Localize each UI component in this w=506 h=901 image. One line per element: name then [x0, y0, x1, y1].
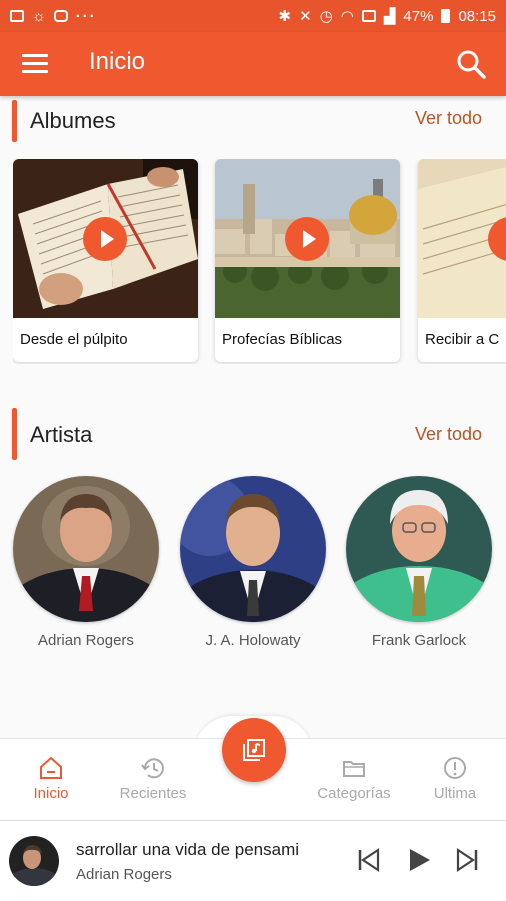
folder-icon [341, 755, 367, 781]
play-icon [101, 230, 114, 248]
artist-name: Adrian Rogers [13, 632, 159, 649]
album-name: Profecías Bíblicas [222, 331, 342, 348]
nav-item-ultima[interactable]: Ultima [410, 755, 500, 802]
nav-item-categorias[interactable]: Categorías [308, 755, 400, 802]
album-card[interactable]: Recibir a C [418, 159, 506, 362]
play-button[interactable] [285, 217, 329, 261]
bluetooth-icon: ✱ [279, 7, 292, 25]
nav-label: Categorías [317, 785, 390, 802]
artist-item[interactable]: Frank Garlock [346, 476, 492, 649]
album-name: Desde el púlpito [20, 331, 128, 348]
artists-section-header: Artista Ver todo [0, 408, 506, 448]
home-icon [38, 755, 64, 781]
signal-icon: ▟ [384, 7, 396, 25]
nav-label: Ultima [434, 785, 477, 802]
weather-icon: ☼ [32, 8, 46, 25]
artist-photo [13, 476, 159, 622]
section-accent-bar [12, 408, 17, 460]
player-artist-avatar [9, 836, 59, 886]
nav-label: Recientes [120, 785, 187, 802]
albums-section-header: Albumes Ver todo [0, 100, 506, 140]
albums-title: Albumes [30, 108, 116, 134]
album-name: Recibir a C [425, 331, 499, 348]
previous-icon[interactable] [356, 847, 382, 873]
music-library-button[interactable] [222, 718, 286, 782]
play-button[interactable] [83, 217, 127, 261]
music-library-icon [241, 737, 267, 763]
history-icon [140, 755, 166, 781]
albums-see-all-link[interactable]: Ver todo [415, 108, 482, 129]
play-icon[interactable] [406, 847, 432, 873]
artist-item[interactable]: J. A. Holowaty [180, 476, 326, 649]
status-bar: ☼ ··· ✱ ✕ ◷ ◠ ▟ 47% 08:15 [0, 0, 506, 32]
album-card[interactable]: Desde el púlpito [13, 159, 198, 362]
section-accent-bar [12, 100, 17, 142]
page-title: Inicio [89, 48, 145, 76]
nav-label: Inicio [33, 785, 68, 802]
youtube-icon [54, 10, 68, 22]
alert-icon [442, 755, 468, 781]
albums-carousel[interactable]: Desde el púlpito [13, 159, 506, 364]
app-bar: Inicio [0, 32, 506, 96]
clock: 08:15 [458, 8, 496, 25]
more-notifications-icon: ··· [76, 8, 97, 25]
artist-photo [346, 476, 492, 622]
artist-item[interactable]: Adrian Rogers [13, 476, 159, 649]
album-card[interactable]: Profecías Bíblicas [215, 159, 400, 362]
artist-name: Frank Garlock [346, 632, 492, 649]
play-icon [303, 230, 316, 248]
artists-title: Artista [30, 422, 92, 448]
sim-icon [362, 10, 376, 22]
artist-name: J. A. Holowaty [180, 632, 326, 649]
nav-item-inicio[interactable]: Inicio [6, 755, 96, 802]
mini-player[interactable]: sarrollar una vida de pensami Adrian Rog… [0, 820, 506, 901]
artist-photo [180, 476, 326, 622]
artists-see-all-link[interactable]: Ver todo [415, 424, 482, 445]
gallery-icon [10, 10, 24, 22]
menu-icon[interactable] [22, 54, 48, 74]
wifi-icon: ◠ [341, 7, 354, 25]
battery-icon [441, 9, 450, 23]
search-icon[interactable] [456, 49, 486, 79]
alarm-icon: ◷ [320, 7, 333, 25]
mute-icon: ✕ [299, 7, 312, 25]
player-artist-name: Adrian Rogers [76, 866, 172, 883]
battery-percent: 47% [403, 8, 433, 25]
nav-item-recientes[interactable]: Recientes [108, 755, 198, 802]
player-track-title: sarrollar una vida de pensami [76, 840, 336, 860]
next-icon[interactable] [454, 847, 480, 873]
